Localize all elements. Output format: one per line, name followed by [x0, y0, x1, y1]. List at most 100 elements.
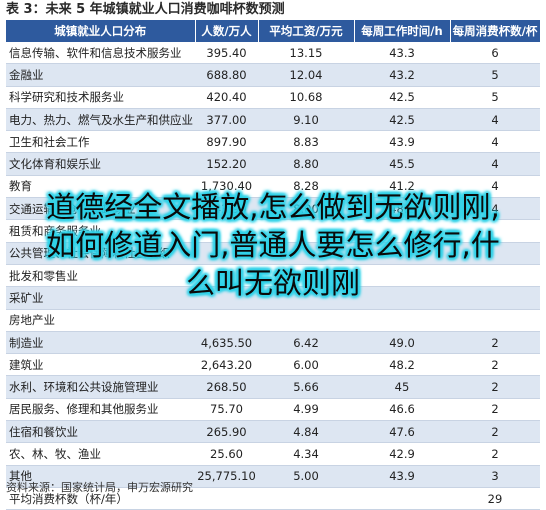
cell-value	[195, 309, 258, 332]
cell-value: 5.00	[258, 465, 354, 488]
row-label: 教育	[6, 175, 195, 199]
cell-value: 75.70	[195, 398, 258, 422]
table-row: 居民服务、修理和其他服务业 75.70 4.99 46.6 2	[6, 398, 540, 422]
row-label: 公共管理、社会保障和社会组织	[6, 242, 195, 265]
row-label: 科学研究和技术服务业	[6, 86, 195, 109]
row-label: 制造业	[6, 331, 195, 355]
table-row: 科学研究和技术服务业 420.40 10.68 42.5 5	[6, 86, 540, 109]
cell-value: 46.6	[354, 398, 450, 422]
row-label: 租赁和商务服务业	[6, 219, 195, 243]
table-row: 教育 1,730.40 8.28 41.2 4	[6, 175, 540, 199]
cell-value	[258, 487, 354, 510]
cell-value: 8.28	[258, 175, 354, 199]
cell-value	[450, 264, 540, 288]
cell-value: 395.40	[195, 42, 258, 65]
cell-value: 5	[450, 86, 540, 109]
table-header-row: 城镇就业人口分布 人数/万人 平均工资/万元 每周工作时间/h 每周消费杯数/杯	[6, 20, 541, 42]
cell-value: 2	[450, 398, 540, 422]
cell-value: 4.99	[258, 398, 354, 422]
cell-value: 4	[450, 197, 540, 221]
row-label: 金融业	[6, 63, 195, 87]
cell-value: 5.66	[258, 375, 354, 399]
cell-value	[354, 264, 450, 288]
cell-value	[450, 309, 540, 332]
cell-value: 43.9	[354, 465, 450, 488]
cell-value: 49.0	[354, 331, 450, 355]
column-header: 每周工作时间/h	[354, 20, 451, 42]
cell-value: 420.40	[195, 86, 258, 109]
cell-value	[195, 286, 258, 310]
table-row: 建筑业 2,643.20 6.00 48.2 2	[6, 353, 540, 377]
column-header: 人数/万人	[195, 20, 259, 42]
row-label: 农、林、牧、渔业	[6, 442, 195, 466]
cell-value	[195, 264, 258, 288]
table-row: 水利、环境和公共设施管理业 268.50 5.66 45 2	[6, 375, 540, 399]
table-row: 农、林、牧、渔业 25.60 4.34 42.9 2	[6, 442, 540, 466]
table-row: 交通运输、仓储和邮政业 843.90 8.00 48.1 4	[6, 197, 540, 221]
table-row: 租赁和商务服务业	[6, 219, 540, 243]
cell-value: 4	[450, 152, 540, 176]
cell-value: 152.20	[195, 152, 258, 176]
cell-value	[258, 264, 354, 288]
cell-value: 6	[450, 42, 540, 65]
row-label: 批发和零售业	[6, 264, 195, 288]
cell-value: 3	[450, 465, 540, 488]
row-label: 卫生和社会工作	[6, 130, 195, 154]
cell-value: 48.2	[354, 353, 450, 377]
cell-value	[354, 242, 450, 265]
table-row: 住宿和餐饮业 265.90 4.84 47.6 2	[6, 420, 540, 444]
cell-value: 688.80	[195, 63, 258, 87]
cell-value: 9.10	[258, 108, 354, 132]
cell-value: 1,730.40	[195, 175, 258, 199]
cell-value: 8.80	[258, 152, 354, 176]
cell-value	[258, 219, 354, 243]
cell-value: 43.9	[354, 130, 450, 154]
row-label: 采矿业	[6, 286, 195, 310]
cell-value: 42.5	[354, 86, 450, 109]
cell-value: 4	[450, 175, 540, 199]
cell-value: 377.00	[195, 108, 258, 132]
cell-value: 25,775.10	[195, 465, 258, 488]
cell-value: 8.83	[258, 130, 354, 154]
table-row: 文化体育和娱乐业 152.20 8.80 45.5 4	[6, 152, 540, 176]
cell-value: 10.68	[258, 86, 354, 109]
cell-value	[258, 286, 354, 310]
cell-value: 5	[450, 63, 540, 87]
column-header: 每周消费杯数/杯	[450, 20, 541, 42]
row-label: 交通运输、仓储和邮政业	[6, 197, 195, 221]
table-row: 电力、热力、燃气及水生产和供应业 377.00 9.10 42.5 4	[6, 108, 540, 132]
cell-value: 45	[354, 375, 450, 399]
cell-value	[258, 309, 354, 332]
table-row: 批发和零售业	[6, 264, 540, 288]
cell-value: 48.1	[354, 197, 450, 221]
cell-value: 2	[450, 420, 540, 444]
row-label: 房地产业	[6, 309, 195, 332]
table-row: 金融业 688.80 12.04 43.2 5	[6, 63, 540, 87]
cell-value: 29	[450, 487, 540, 510]
table-row: 信息传输、软件和信息技术服务业 395.40 13.15 43.3 6	[6, 42, 540, 65]
cell-value	[450, 219, 540, 243]
cell-value: 41.2	[354, 175, 450, 199]
cell-value: 2	[450, 331, 540, 355]
cell-value: 265.90	[195, 420, 258, 444]
column-header: 城镇就业人口分布	[6, 20, 196, 42]
cell-value: 2	[450, 442, 540, 466]
cell-value: 6.00	[258, 353, 354, 377]
row-label: 信息传输、软件和信息技术服务业	[6, 42, 195, 65]
table-row: 房地产业	[6, 309, 540, 332]
row-label: 电力、热力、燃气及水生产和供应业	[6, 108, 195, 132]
cell-value	[354, 487, 450, 510]
cell-value	[450, 242, 540, 265]
cell-value: 2	[450, 375, 540, 399]
column-header: 平均工资/万元	[258, 20, 355, 42]
cell-value	[195, 487, 258, 510]
cell-value: 13.15	[258, 42, 354, 65]
cell-value: 4.34	[258, 442, 354, 466]
cell-value: 2,643.20	[195, 353, 258, 377]
cell-value: 47.6	[354, 420, 450, 444]
cell-value: 12.04	[258, 63, 354, 87]
table-body: 信息传输、软件和信息技术服务业 395.40 13.15 43.3 6 金融业 688.80…	[6, 42, 540, 510]
cell-value: 843.90	[195, 197, 258, 221]
cell-value: 6.42	[258, 331, 354, 355]
forecast-table: 城镇就业人口分布 人数/万人 平均工资/万元 每周工作时间/h 每周消费杯数/杯…	[6, 20, 541, 510]
